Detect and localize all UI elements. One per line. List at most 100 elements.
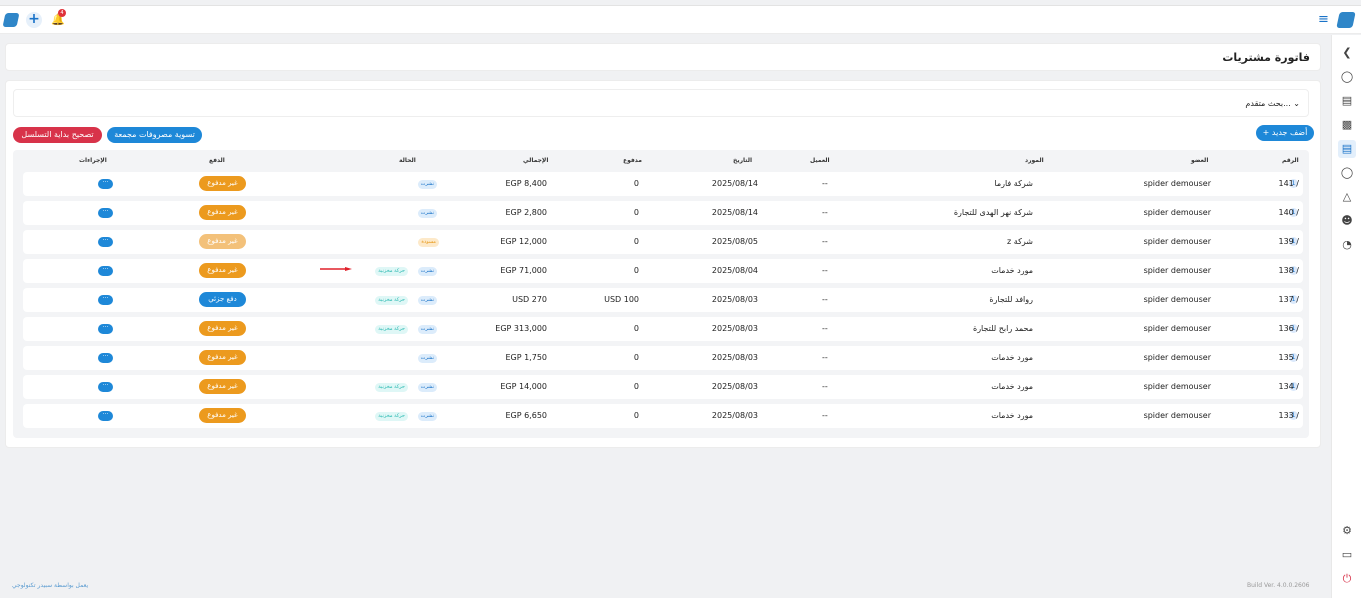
table-row[interactable]: 1 140 /spider demouser شركة نهر الهدى للتج…	[23, 201, 1303, 225]
payment-status-button[interactable]: غير مدفوع	[199, 379, 246, 394]
member-name: spider demouser	[1143, 237, 1211, 246]
screen-icon[interactable]: ▭	[1338, 546, 1356, 564]
users-icon[interactable]: ☻	[1338, 212, 1356, 230]
col-header-date: التاريخ	[733, 157, 753, 164]
client-name: --	[822, 237, 828, 246]
status-badge: نشرت	[417, 325, 437, 334]
total-amount: EGP 14,000	[500, 382, 547, 391]
col-header-total: الإجمالي	[523, 157, 549, 164]
row-actions-button[interactable]: ···	[98, 324, 113, 334]
status-badge: نشرت	[417, 267, 437, 276]
status-badge: مسودة	[418, 238, 439, 247]
settings-gear-icon[interactable]: ⚙	[1338, 522, 1356, 540]
member-name: spider demouser	[1143, 295, 1211, 304]
table-row[interactable]: 1 137 /spider demouser روافد للتجارة -- 2025…	[23, 288, 1303, 312]
invoice-date: 2025/08/03	[711, 382, 758, 391]
payment-status-button[interactable]: دفع جزئي	[199, 292, 246, 307]
paid-amount: USD 100	[604, 295, 639, 304]
table-row[interactable]: 1 138 /spider demouser مورد خدمات -- 2025/08…	[23, 259, 1303, 283]
total-amount: EGP 2,800	[505, 208, 547, 217]
payment-status-button[interactable]: غير مدفوع	[199, 205, 246, 220]
member-name: spider demouser	[1143, 411, 1211, 420]
row-actions-button[interactable]: ···	[98, 382, 113, 392]
invoices-table: الرقم العضو المورد العميل التاريخ مدفوع …	[13, 150, 1309, 438]
supplier-name: روافد للتجارة	[989, 295, 1033, 304]
member-name: spider demouser	[1143, 324, 1211, 333]
annotation-arrow-icon	[320, 267, 352, 271]
stock-movement-badge: حركة مخزنية	[375, 325, 408, 334]
powered-by-text: يعمل بواسطة سبيدر تكنولوجي	[12, 582, 89, 589]
payment-status-button[interactable]: غير مدفوع	[199, 234, 246, 249]
payment-status-button[interactable]: غير مدفوع	[199, 408, 246, 423]
table-row[interactable]: 1 135 /spider demouser مورد خدمات -- 2025/08…	[23, 346, 1303, 370]
row-actions-button[interactable]: ···	[98, 266, 113, 276]
menu-toggle-icon[interactable]: ≡	[1318, 13, 1329, 27]
table-row[interactable]: 1 139 /spider demouser شركة z -- 2025/08/05 0…	[23, 230, 1303, 254]
store-icon[interactable]: ▤	[1338, 92, 1356, 110]
status-badge: نشرت	[417, 209, 437, 218]
invoice-date: 2025/08/03	[711, 353, 758, 362]
advanced-search-label: بحث متقدم...	[1245, 99, 1291, 108]
finance-icon[interactable]: ◯	[1338, 164, 1356, 182]
col-header-paid: مدفوع	[623, 157, 642, 164]
invoice-date: 2025/08/05	[711, 237, 758, 246]
documents-icon[interactable]: ▩	[1338, 116, 1356, 134]
table-row[interactable]: 1 134 /spider demouser مورد خدمات -- 2025/08…	[23, 375, 1303, 399]
table-row[interactable]: 1 141 /spider demouser شركة فارما -- 2025/08…	[23, 172, 1303, 196]
member-name: spider demouser	[1143, 208, 1211, 217]
row-actions-button[interactable]: ···	[98, 237, 113, 247]
supplier-name: مورد خدمات	[991, 353, 1033, 362]
paid-amount: 0	[633, 237, 639, 246]
payment-status-button[interactable]: غير مدفوع	[199, 350, 246, 365]
supplier-name: شركة نهر الهدى للتجارة	[953, 208, 1033, 217]
row-actions-button[interactable]: ···	[98, 411, 113, 421]
settle-expenses-button[interactable]: تسوية مصروفات مجمعة	[107, 127, 202, 143]
supplier-name: مورد خدمات	[991, 382, 1033, 391]
advanced-search-toggle[interactable]: بحث متقدم... ⌄	[13, 89, 1309, 117]
quick-add-button[interactable]: +	[26, 12, 42, 28]
purchases-icon[interactable]: ▤	[1338, 140, 1356, 158]
row-actions-button[interactable]: ···	[98, 179, 113, 189]
brand-logo-icon[interactable]	[1336, 12, 1356, 28]
payment-status-button[interactable]: غير مدفوع	[199, 263, 246, 278]
status-badge: نشرت	[417, 180, 437, 189]
payment-status-button[interactable]: غير مدفوع	[199, 321, 246, 336]
invoice-number[interactable]: 137 /	[1278, 295, 1299, 304]
invoice-number[interactable]: 136 /	[1278, 324, 1299, 333]
invoice-number[interactable]: 134 /	[1278, 382, 1299, 391]
collapse-chevron-icon[interactable]: ❮	[1338, 44, 1356, 62]
table-row[interactable]: 1 133 /spider demouser مورد خدمات -- 2025/08…	[23, 404, 1303, 428]
client-name: --	[822, 266, 828, 275]
paid-amount: 0	[633, 208, 639, 217]
table-row[interactable]: 1 136 /spider demouser محمد رابح للتجارة --…	[23, 317, 1303, 341]
fix-sequence-button[interactable]: تصحيح بداية التسلسل	[13, 127, 102, 143]
col-header-num: الرقم	[1282, 157, 1299, 164]
sales-icon[interactable]: ◯	[1338, 68, 1356, 86]
invoice-date: 2025/08/03	[711, 324, 758, 333]
reports-icon[interactable]: ◔	[1338, 236, 1356, 254]
app-logo-icon[interactable]	[2, 13, 20, 27]
invoice-number[interactable]: 141 /	[1278, 179, 1299, 188]
stock-movement-badge: حركة مخزنية	[375, 296, 408, 305]
row-actions-button[interactable]: ···	[98, 208, 113, 218]
invoice-number[interactable]: 139 /	[1278, 237, 1299, 246]
row-actions-button[interactable]: ···	[98, 295, 113, 305]
stock-movement-badge: حركة مخزنية	[375, 383, 408, 392]
payment-status-button[interactable]: غير مدفوع	[199, 176, 246, 191]
add-new-button[interactable]: + أضف جديد	[1256, 125, 1314, 141]
invoice-number[interactable]: 138 /	[1278, 266, 1299, 275]
total-amount: EGP 313,000	[495, 324, 547, 333]
power-logout-icon[interactable]: ⏻	[1338, 570, 1356, 588]
supplier-name: شركة فارما	[994, 179, 1033, 188]
invoice-number[interactable]: 140 /	[1278, 208, 1299, 217]
supplier-name: شركة z	[1007, 237, 1033, 246]
invoice-number[interactable]: 133 /	[1278, 411, 1299, 420]
accounting-icon[interactable]: △	[1338, 188, 1356, 206]
col-header-supplier: المورد	[1025, 157, 1044, 164]
chevron-down-icon: ⌄	[1293, 99, 1300, 108]
invoice-date: 2025/08/03	[711, 295, 758, 304]
row-actions-button[interactable]: ···	[98, 353, 113, 363]
col-header-client: العميل	[810, 157, 830, 164]
invoice-number[interactable]: 135 /	[1278, 353, 1299, 362]
supplier-name: محمد رابح للتجارة	[973, 324, 1033, 333]
